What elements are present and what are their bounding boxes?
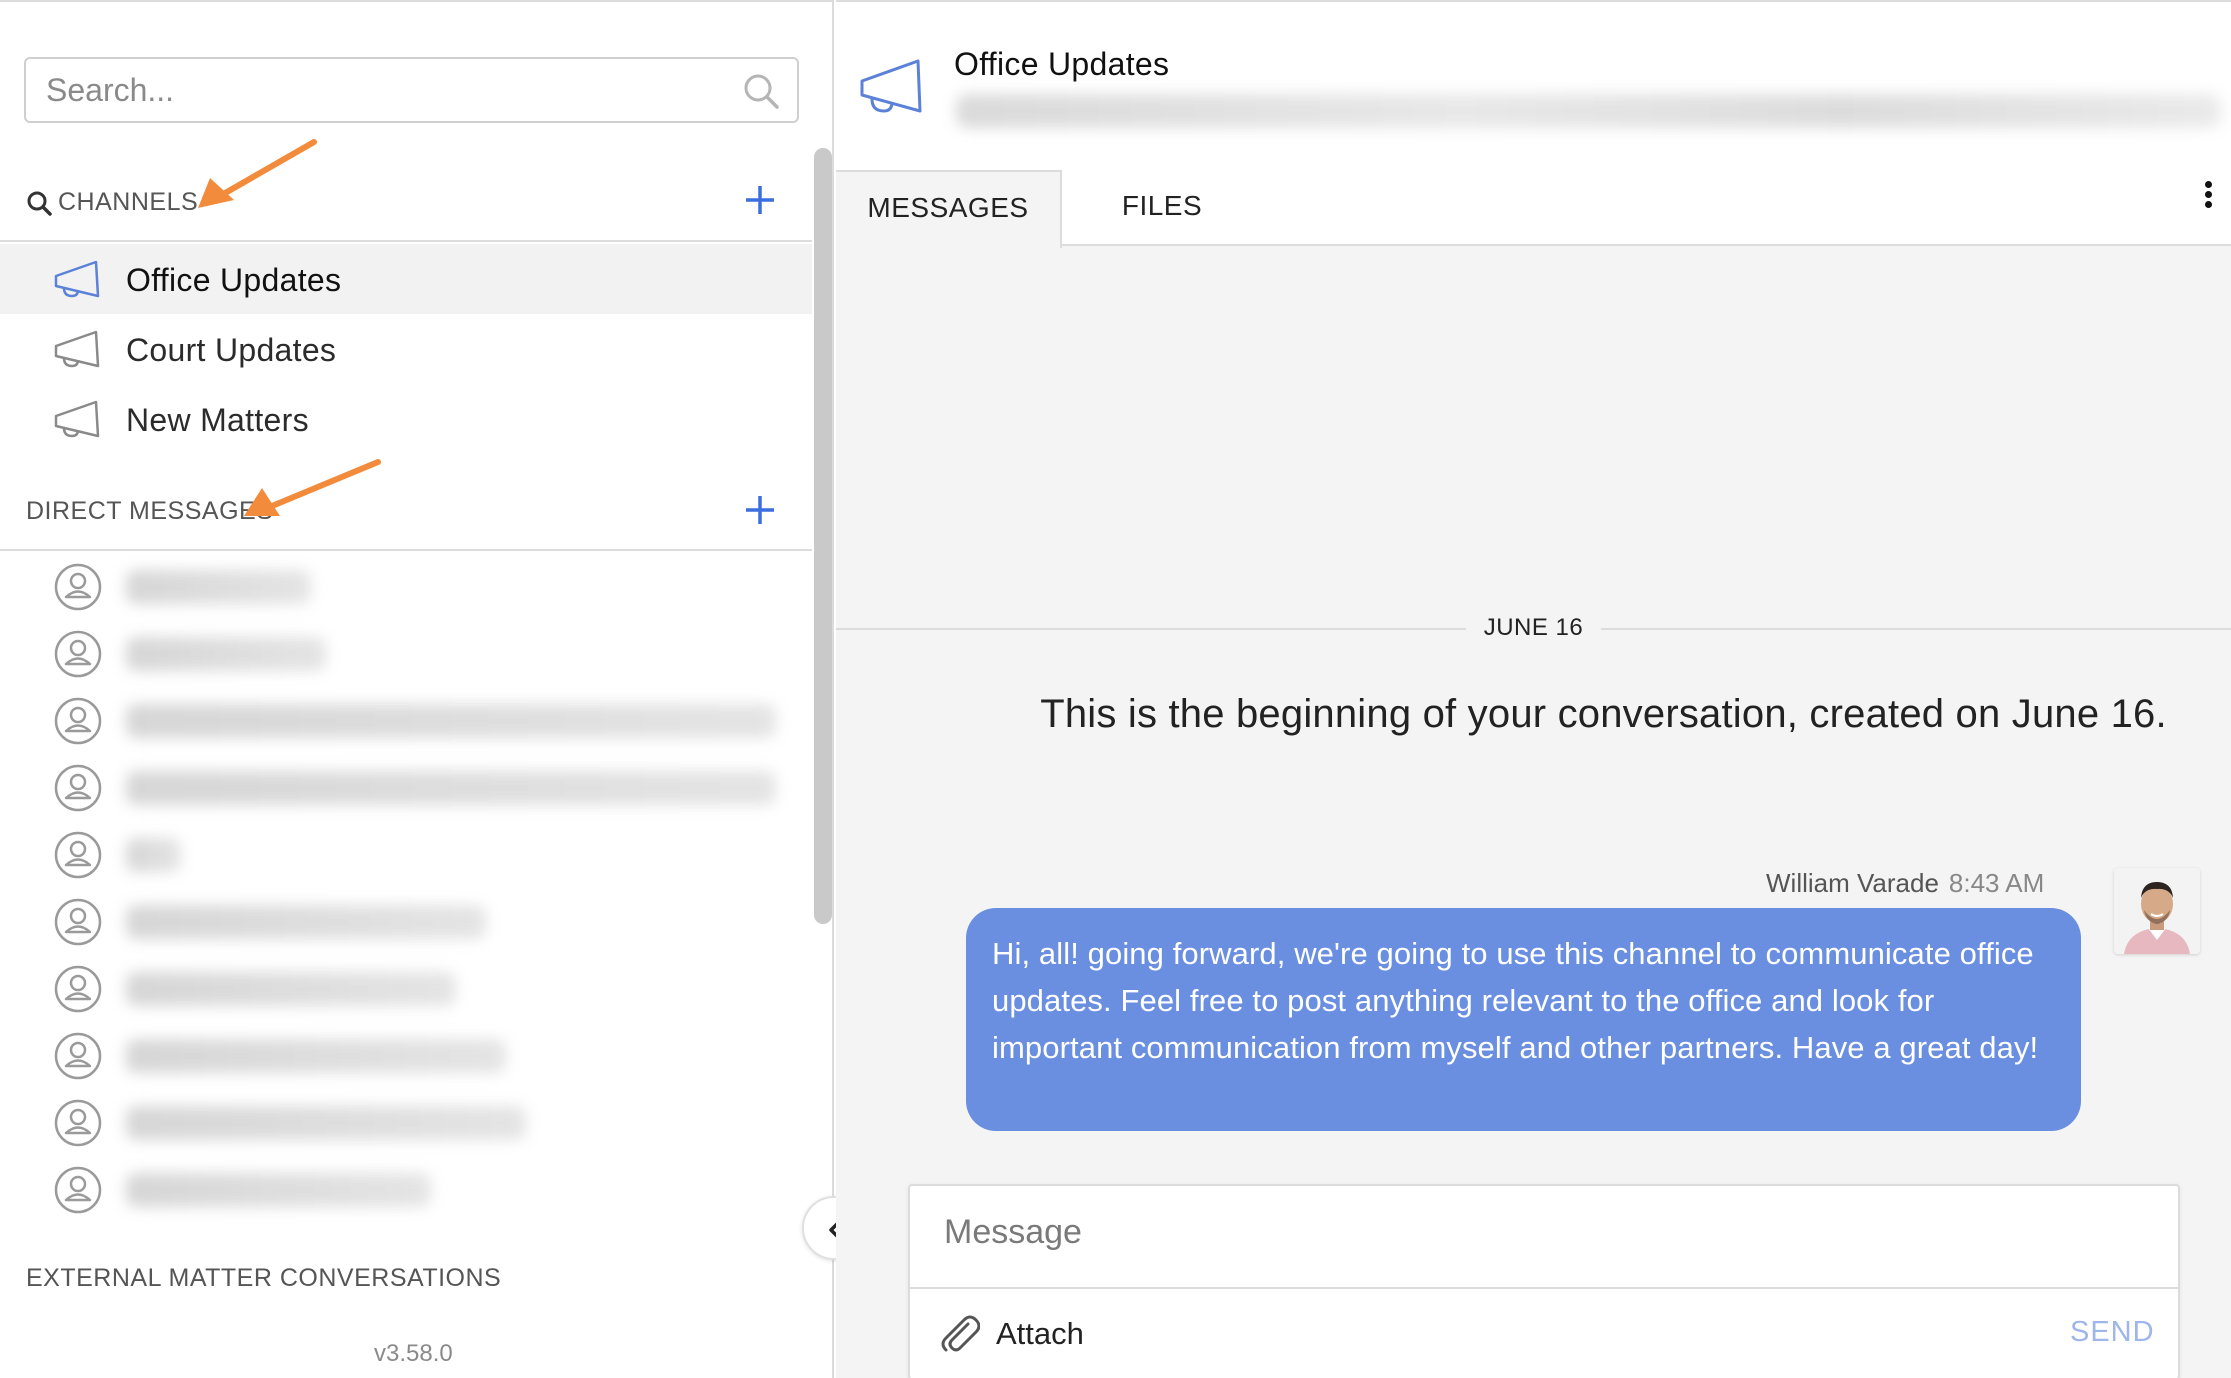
megaphone-icon (54, 260, 100, 298)
search-icon[interactable] (26, 190, 52, 217)
send-button[interactable]: SEND (2070, 1316, 2155, 1349)
paperclip-icon (941, 1315, 980, 1352)
message-bubble[interactable]: Hi, all! going forward, we're going to u… (966, 908, 2081, 1131)
channel-item-office-updates[interactable]: Office Updates (0, 244, 812, 314)
user-photo-icon (2114, 868, 2200, 954)
dm-item[interactable] (0, 554, 812, 620)
divider (0, 549, 812, 551)
message-input[interactable] (944, 1206, 2144, 1258)
sidebar: CHANNELS Office Updates Court Updates Ne… (0, 0, 834, 1378)
attach-label: Attach (996, 1316, 1084, 1351)
megaphone-icon (54, 330, 100, 368)
megaphone-icon (860, 59, 922, 113)
version-label: v3.58.0 (374, 1340, 453, 1367)
dm-item[interactable] (0, 956, 812, 1022)
user-avatar-icon (54, 965, 102, 1013)
date-separator: JUNE 16 (836, 614, 2231, 646)
search-box[interactable] (24, 57, 799, 123)
channel-item-court-updates[interactable]: Court Updates (0, 314, 812, 384)
dm-item[interactable] (0, 688, 812, 754)
dm-name-redacted (126, 905, 486, 939)
divider (0, 240, 812, 242)
more-options-icon[interactable] (2196, 178, 2220, 218)
avatar[interactable] (2114, 868, 2200, 954)
dm-item[interactable] (0, 1023, 812, 1089)
dm-item[interactable] (0, 621, 812, 687)
annotation-arrow-icon (198, 139, 317, 208)
user-avatar-icon (54, 630, 102, 678)
channel-description-redacted (956, 94, 2221, 128)
channel-title: Office Updates (954, 46, 1170, 82)
user-avatar-icon (54, 1166, 102, 1214)
conversation-intro: This is the beginning of your conversati… (1040, 692, 2167, 736)
message-time: 8:43 AM (1948, 868, 2045, 898)
tab-bar: MESSAGES FILES (836, 170, 2231, 248)
search-input[interactable] (46, 59, 726, 121)
add-direct-message-button[interactable] (740, 490, 780, 530)
message-author: William Varade (1766, 868, 1939, 898)
dm-item[interactable] (0, 1090, 812, 1156)
main-panel: Office Updates MESSAGES FILES JUNE 16 Th… (836, 0, 2231, 1378)
channel-item-new-matters[interactable]: New Matters (0, 384, 812, 454)
external-conversations-header[interactable]: EXTERNAL MATTER CONVERSATIONS (26, 1264, 501, 1293)
channels-header[interactable]: CHANNELS (26, 188, 198, 217)
user-avatar-icon (54, 898, 102, 946)
dm-item[interactable] (0, 889, 812, 955)
user-avatar-icon (54, 1032, 102, 1080)
annotation-arrow-icon (244, 459, 381, 516)
user-avatar-icon (54, 1099, 102, 1147)
user-avatar-icon (54, 563, 102, 611)
divider (910, 1287, 2178, 1289)
user-avatar-icon (54, 831, 102, 879)
channels-header-label: CHANNELS (58, 188, 199, 216)
channel-header: Office Updates (836, 2, 2231, 170)
external-conversations-header-label: EXTERNAL MATTER CONVERSATIONS (26, 1264, 502, 1292)
dm-item[interactable] (0, 755, 812, 821)
channel-label: Court Updates (126, 332, 337, 368)
dm-item[interactable] (0, 822, 812, 888)
scrollbar-thumb[interactable] (814, 148, 832, 924)
direct-messages-header[interactable]: DIRECT MESSAGES (26, 497, 273, 526)
dm-name-redacted (126, 1106, 526, 1140)
dm-item[interactable] (0, 1157, 812, 1223)
direct-messages-header-label: DIRECT MESSAGES (26, 497, 274, 525)
user-avatar-icon (54, 764, 102, 812)
tab-messages[interactable]: MESSAGES (836, 170, 1062, 248)
dm-name-redacted (126, 637, 326, 671)
channel-label: New Matters (126, 402, 309, 438)
message-meta: William Varade 8:43 AM (1766, 868, 2044, 899)
dm-name-redacted (126, 1039, 506, 1073)
dm-name-redacted (126, 1173, 431, 1207)
message-composer: Attach SEND (908, 1184, 2180, 1378)
dm-name-redacted (126, 838, 181, 872)
search-icon[interactable] (741, 71, 781, 111)
channel-label: Office Updates (126, 262, 342, 298)
add-channel-button[interactable] (740, 180, 780, 220)
dm-name-redacted (126, 704, 776, 738)
user-avatar-icon (54, 697, 102, 745)
megaphone-icon (54, 400, 100, 438)
tab-files[interactable]: FILES (1062, 170, 1262, 246)
dm-name-redacted (126, 972, 456, 1006)
dm-name-redacted (126, 771, 776, 805)
date-label: JUNE 16 (1483, 614, 1584, 641)
dm-name-redacted (126, 570, 311, 604)
